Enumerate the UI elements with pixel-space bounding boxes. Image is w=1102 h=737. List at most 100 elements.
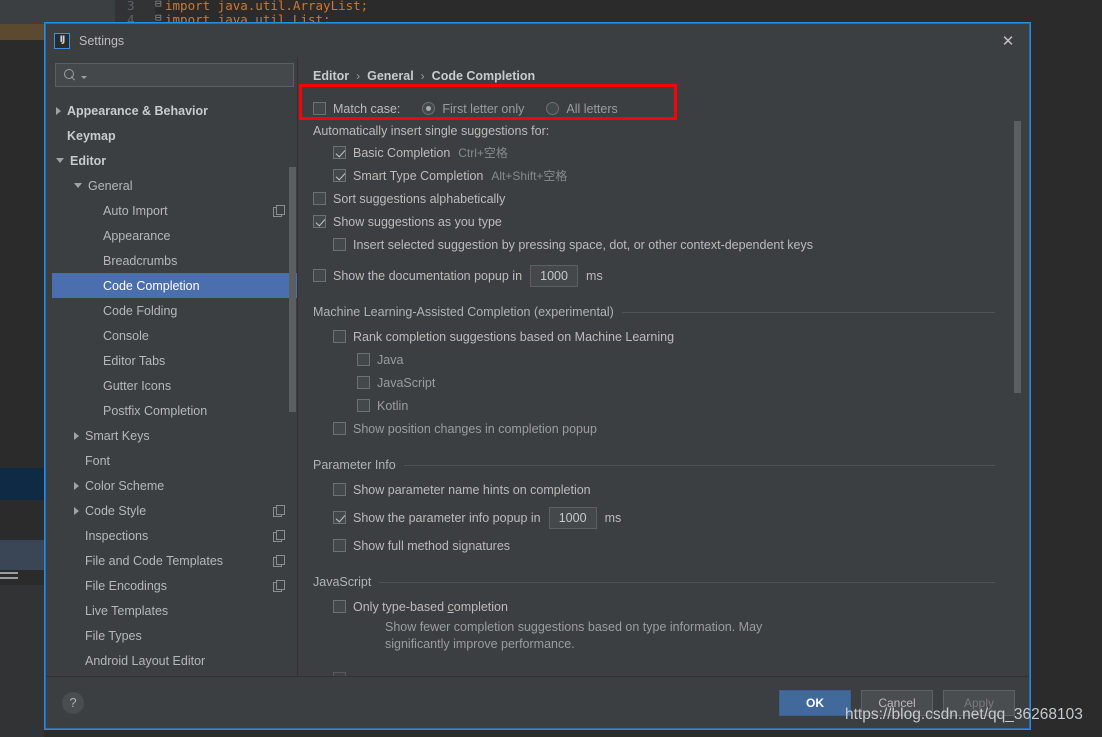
- doc-popup-checkbox[interactable]: [313, 269, 326, 282]
- sidebar-item-keymap[interactable]: Keymap: [52, 123, 298, 148]
- ml-java-checkbox[interactable]: [357, 353, 370, 366]
- first-letter-only-label: First letter only: [442, 101, 525, 116]
- param-popup-delay-input[interactable]: 1000: [548, 506, 597, 529]
- settings-tree: Appearance & Behavior Keymap Editor General…: [52, 96, 298, 676]
- sidebar-item-console[interactable]: Console: [52, 323, 298, 348]
- chevron-down-icon[interactable]: [56, 158, 64, 163]
- search-container: [52, 57, 298, 96]
- search-input[interactable]: [91, 67, 293, 83]
- sidebar-item-android-layout-editor[interactable]: Android Layout Editor: [52, 648, 298, 673]
- sidebar-item-appearance[interactable]: Appearance: [52, 223, 298, 248]
- sidebar-item-smart-keys[interactable]: Smart Keys: [52, 423, 298, 448]
- section-divider: [403, 464, 995, 466]
- sidebar-item-code-completion[interactable]: Code Completion: [52, 273, 298, 298]
- copy-icon[interactable]: [273, 530, 285, 542]
- sidebar-item-code-style[interactable]: Code Style: [52, 498, 298, 523]
- match-case-checkbox[interactable]: [313, 102, 326, 115]
- sidebar-item-editor-tabs[interactable]: Editor Tabs: [52, 348, 298, 373]
- doc-popup-unit: ms: [586, 268, 603, 283]
- sidebar-item-label: Editor Tabs: [103, 353, 166, 368]
- sidebar-scrollbar[interactable]: [289, 167, 296, 412]
- sidebar-item-auto-import[interactable]: Auto Import: [52, 198, 298, 223]
- copy-icon[interactable]: [273, 505, 285, 517]
- sidebar-item-live-templates[interactable]: Live Templates: [52, 598, 298, 623]
- bg-lines-icon: [0, 577, 18, 579]
- ml-rank-checkbox[interactable]: [333, 330, 346, 343]
- sidebar-item-label: Appearance & Behavior: [67, 103, 209, 118]
- settings-content-pane: Editor › General › Code Completion Match…: [298, 57, 1029, 676]
- sidebar-item-label: Keymap: [67, 128, 116, 143]
- chevron-right-icon[interactable]: [74, 506, 79, 515]
- param-name-hints-checkbox[interactable]: [333, 483, 346, 496]
- copy-icon[interactable]: [273, 555, 285, 567]
- first-letter-only-radio[interactable]: [422, 102, 436, 115]
- breadcrumb-part-editor[interactable]: Editor: [313, 69, 349, 83]
- sidebar-item-label: Console: [103, 328, 149, 343]
- sidebar-item-label: Inspections: [85, 528, 149, 543]
- full-signatures-label: Show full method signatures: [353, 538, 511, 553]
- sidebar-item-label: Code Folding: [103, 303, 178, 318]
- sidebar-item-file-and-code-templates[interactable]: File and Code Templates: [52, 548, 298, 573]
- param-popup-delay-checkbox[interactable]: [333, 511, 346, 524]
- sidebar-item-label: File Encodings: [85, 578, 167, 593]
- insert-selected-row: Insert selected suggestion by pressing s…: [313, 233, 995, 256]
- sidebar-item-label: Auto Import: [103, 203, 168, 218]
- doc-popup-label: Show the documentation popup in: [333, 268, 523, 283]
- insert-selected-checkbox[interactable]: [333, 238, 346, 251]
- ml-javascript-checkbox[interactable]: [357, 376, 370, 389]
- chevron-right-icon[interactable]: [74, 481, 79, 490]
- copy-icon[interactable]: [273, 205, 285, 217]
- ml-section-header: Machine Learning-Assisted Completion (ex…: [313, 305, 995, 319]
- ml-kotlin-row: Kotlin: [313, 394, 995, 417]
- ml-kotlin-checkbox[interactable]: [357, 399, 370, 412]
- javascript-section-title: JavaScript: [313, 575, 372, 589]
- basic-completion-checkbox[interactable]: [333, 146, 346, 159]
- ok-button[interactable]: OK: [779, 689, 851, 716]
- content-scrollbar[interactable]: [1014, 121, 1021, 393]
- sidebar-item-appearance-behavior[interactable]: Appearance & Behavior: [52, 98, 298, 123]
- type-based-completion-checkbox[interactable]: [333, 600, 346, 613]
- javascript-section-header: JavaScript: [313, 575, 995, 589]
- sidebar-item-label: Appearance: [103, 228, 171, 243]
- match-case-label: Match case:: [333, 101, 401, 116]
- search-box[interactable]: [55, 63, 294, 87]
- breadcrumb-separator-icon: ›: [420, 69, 425, 83]
- sidebar-item-breadcrumbs[interactable]: Breadcrumbs: [52, 248, 298, 273]
- sidebar-item-color-scheme[interactable]: Color Scheme: [52, 473, 298, 498]
- chevron-right-icon[interactable]: [74, 431, 79, 440]
- close-icon[interactable]: ✕: [999, 32, 1017, 50]
- sidebar-item-label: Font: [85, 453, 111, 468]
- sidebar-item-inspections[interactable]: Inspections: [52, 523, 298, 548]
- param-name-hints-row: Show parameter name hints on completion: [313, 478, 995, 501]
- sidebar-item-general[interactable]: General: [52, 173, 298, 198]
- all-letters-radio[interactable]: [546, 102, 560, 115]
- help-button[interactable]: ?: [62, 691, 84, 714]
- sidebar-item-postfix-completion[interactable]: Postfix Completion: [52, 398, 298, 423]
- sidebar-item-font[interactable]: Font: [52, 448, 298, 473]
- ml-rank-row: Rank completion suggestions based on Mac…: [313, 325, 995, 348]
- sidebar-item-file-types[interactable]: File Types: [52, 623, 298, 648]
- sidebar-item-editor[interactable]: Editor: [52, 148, 298, 173]
- doc-popup-row: Show the documentation popup in 1000 ms: [313, 264, 995, 287]
- chevron-down-icon[interactable]: [74, 183, 82, 188]
- breadcrumb-part-general[interactable]: General: [367, 69, 414, 83]
- sort-alphabetically-checkbox[interactable]: [313, 192, 326, 205]
- ml-kotlin-label: Kotlin: [377, 398, 409, 413]
- sidebar-item-code-folding[interactable]: Code Folding: [52, 298, 298, 323]
- sidebar-item-file-encodings[interactable]: File Encodings: [52, 573, 298, 598]
- copy-icon[interactable]: [273, 580, 285, 592]
- sidebar-item-gutter-icons[interactable]: Gutter Icons: [52, 373, 298, 398]
- bg-marker-strip: [0, 24, 48, 40]
- dialog-titlebar: IJ Settings ✕: [46, 24, 1029, 57]
- basic-completion-label: Basic Completion: [353, 145, 451, 160]
- doc-popup-delay-input[interactable]: 1000: [530, 264, 579, 287]
- auto-insert-header: Automatically insert single suggestions …: [313, 124, 550, 138]
- smart-type-completion-checkbox[interactable]: [333, 169, 346, 182]
- intellij-logo-icon: IJ: [54, 32, 70, 49]
- full-signatures-checkbox[interactable]: [333, 539, 346, 552]
- show-as-you-type-checkbox[interactable]: [313, 215, 326, 228]
- param-popup-delay-unit: ms: [604, 510, 622, 525]
- chevron-right-icon[interactable]: [56, 106, 61, 115]
- settings-sidebar: Appearance & Behavior Keymap Editor General…: [46, 57, 298, 676]
- ml-position-changes-checkbox[interactable]: [333, 422, 346, 435]
